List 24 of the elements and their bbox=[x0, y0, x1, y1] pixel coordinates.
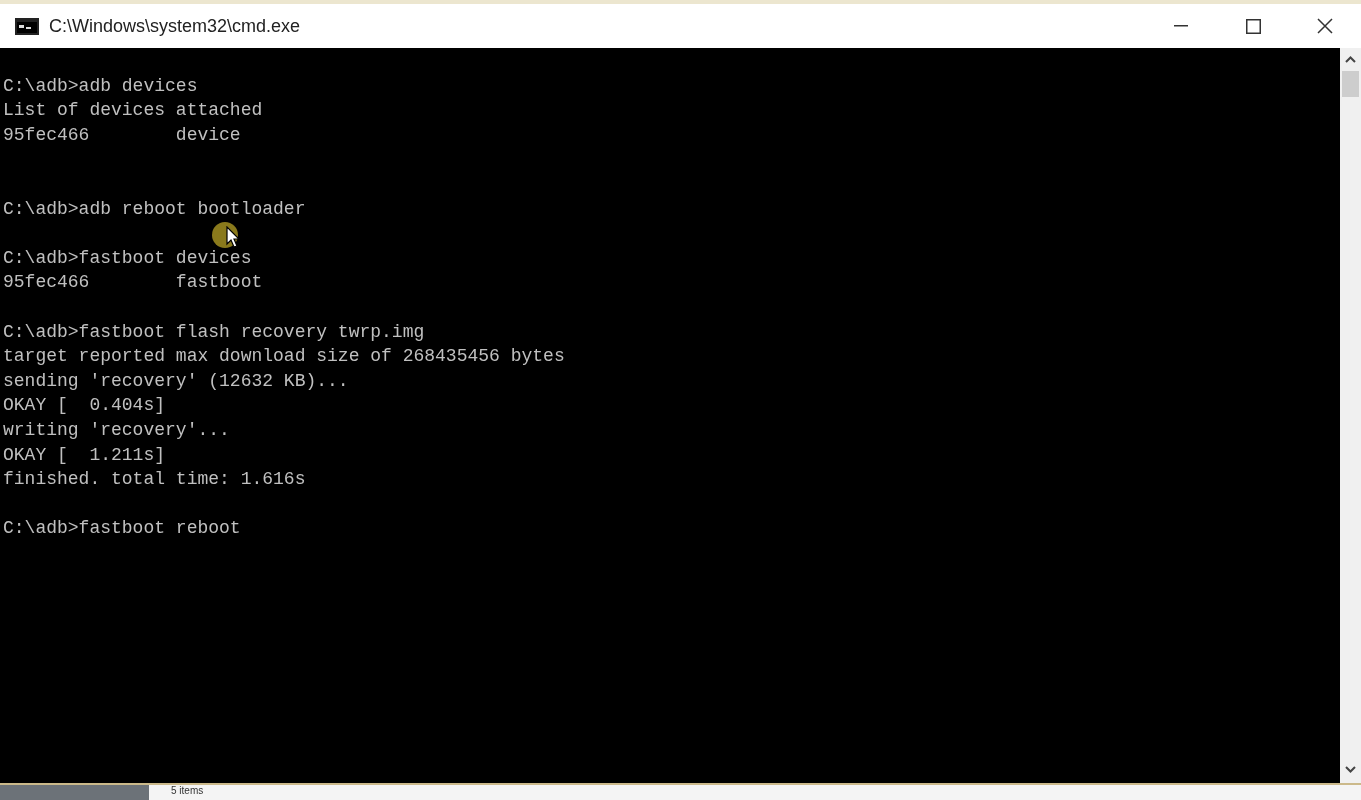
console-line: finished. total time: 1.616s bbox=[3, 468, 306, 492]
status-text: 5 items bbox=[171, 785, 204, 796]
console-app-icon bbox=[15, 17, 39, 35]
console-line: 95fec466 device bbox=[3, 123, 241, 147]
console-line: C:\adb>adb devices bbox=[3, 74, 198, 98]
console-line: List of devices attached bbox=[3, 99, 263, 123]
close-icon bbox=[1317, 18, 1333, 34]
window-title: C:\Windows\system32\cmd.exe bbox=[49, 14, 301, 38]
console-line: writing 'recovery'... bbox=[3, 418, 230, 442]
console-line: C:\adb>adb reboot bootloader bbox=[3, 197, 306, 221]
console-line: OKAY [ 0.404s] bbox=[3, 394, 166, 418]
scroll-down-icon bbox=[1345, 766, 1356, 773]
console-line: target reported max download size of 268435456 bytes bbox=[3, 345, 565, 369]
maximize-icon bbox=[1245, 18, 1261, 34]
console-line: 95fec466 fastboot bbox=[3, 271, 263, 295]
console-line: sending 'recovery' (12632 KB)... bbox=[3, 369, 349, 393]
console-line: C:\adb>fastboot flash recovery twrp.img bbox=[3, 320, 425, 344]
scrollbar-thumb[interactable] bbox=[1342, 71, 1359, 97]
console-line: OKAY [ 1.211s] bbox=[3, 443, 166, 467]
mouse-pointer-icon bbox=[226, 226, 240, 248]
minimize-icon bbox=[1174, 25, 1188, 27]
console-line: C:\adb>fastboot devices bbox=[3, 246, 252, 270]
console-line: C:\adb>fastboot reboot bbox=[3, 517, 241, 541]
scroll-up-icon bbox=[1345, 56, 1356, 63]
